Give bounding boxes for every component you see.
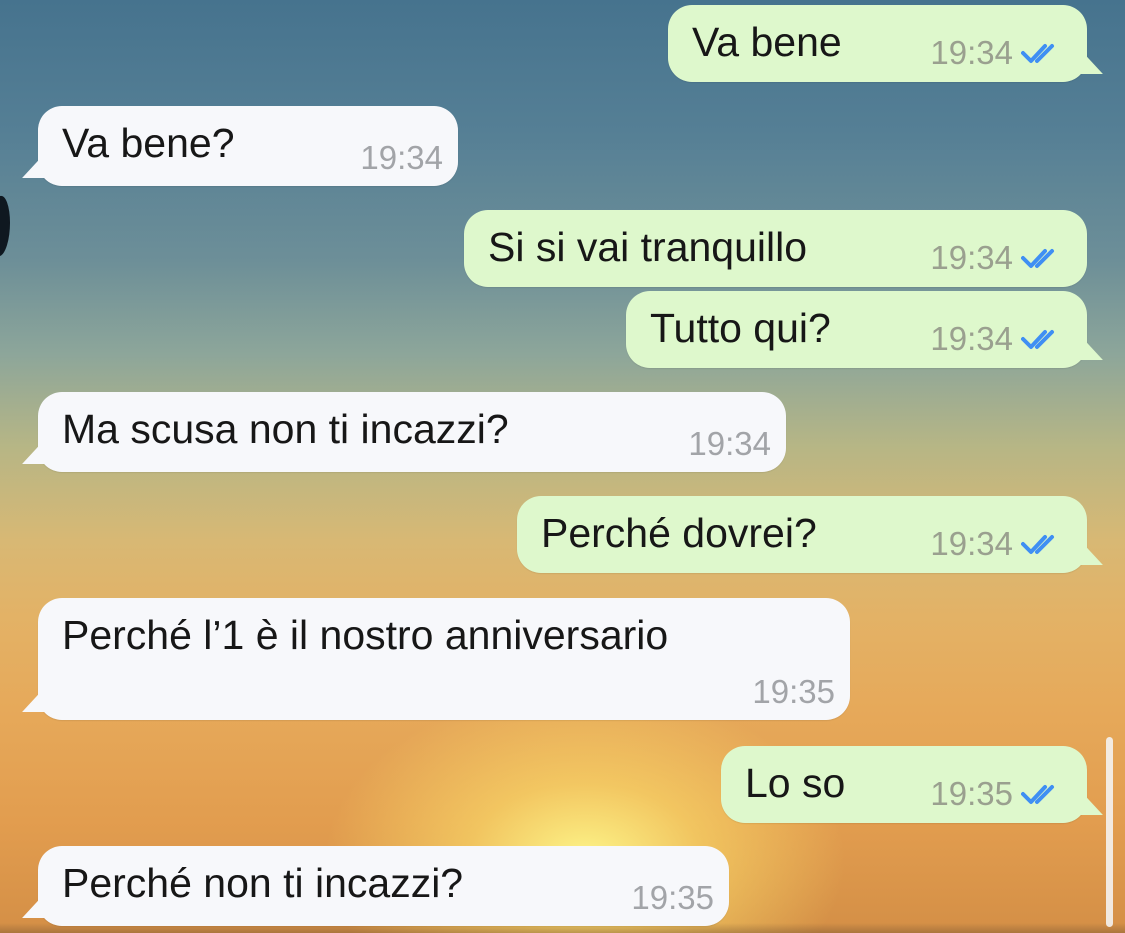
chat-background: Va bene 19:34 Va bene? 19:34 Si si vai t… [0,0,1125,933]
message-time: 19:34 [930,34,1013,71]
bubble-tail [22,150,48,178]
message-time: 19:34 [930,525,1013,562]
bubble-tail [1077,46,1103,74]
message-time: 19:35 [631,879,714,916]
message-time: 19:34 [930,320,1013,357]
message-bubble-outgoing[interactable]: Tutto qui? 19:34 [626,291,1103,368]
message-bubble-outgoing[interactable]: Si si vai tranquillo 19:34 [464,210,1087,287]
double-check-icon [1021,329,1054,349]
message-bubble-incoming[interactable]: Perché l’1 è il nostro anniversario 19:3… [22,598,850,720]
double-check-icon [1021,534,1054,554]
background-silhouette [0,192,10,260]
message-meta: 19:35 [752,675,835,708]
message-meta: 19:35 [631,881,714,914]
bubble-tail [22,436,48,464]
message-time: 19:34 [360,139,443,176]
message-time: 19:34 [930,239,1013,276]
message-meta: 19:34 [930,322,1063,355]
message-bubble-outgoing[interactable]: Lo so 19:35 [721,746,1103,823]
message-meta: 19:35 [930,777,1063,810]
bubble-tail [22,684,48,712]
message-text: Ma scusa non ti incazzi? [62,406,509,452]
message-meta: 19:34 [930,527,1063,560]
message-meta: 19:34 [360,141,443,174]
message-time: 19:35 [930,775,1013,812]
message-time: 19:35 [752,673,835,710]
message-text: Perché l’1 è il nostro anniversario [62,612,669,658]
bubble-tail [1077,332,1103,360]
message-bubble-outgoing[interactable]: Perché dovrei? 19:34 [517,496,1103,573]
message-bubble-outgoing[interactable]: Va bene 19:34 [668,5,1103,82]
message-bubble-incoming[interactable]: Ma scusa non ti incazzi? 19:34 [22,392,786,472]
message-meta: 19:34 [930,241,1063,274]
bubble-tail [1077,537,1103,565]
message-time: 19:34 [688,425,771,462]
double-check-icon [1021,784,1054,804]
double-check-icon [1021,248,1054,268]
message-text: Perché non ti incazzi? [62,860,464,906]
message-meta: 19:34 [930,36,1063,69]
message-bubble-incoming[interactable]: Va bene? 19:34 [22,106,458,186]
double-check-icon [1021,43,1054,63]
bubble-tail [22,890,48,918]
scrollbar[interactable] [1106,737,1113,927]
message-meta: 19:34 [688,427,771,460]
message-bubble-incoming[interactable]: Perché non ti incazzi? 19:35 [22,846,729,926]
